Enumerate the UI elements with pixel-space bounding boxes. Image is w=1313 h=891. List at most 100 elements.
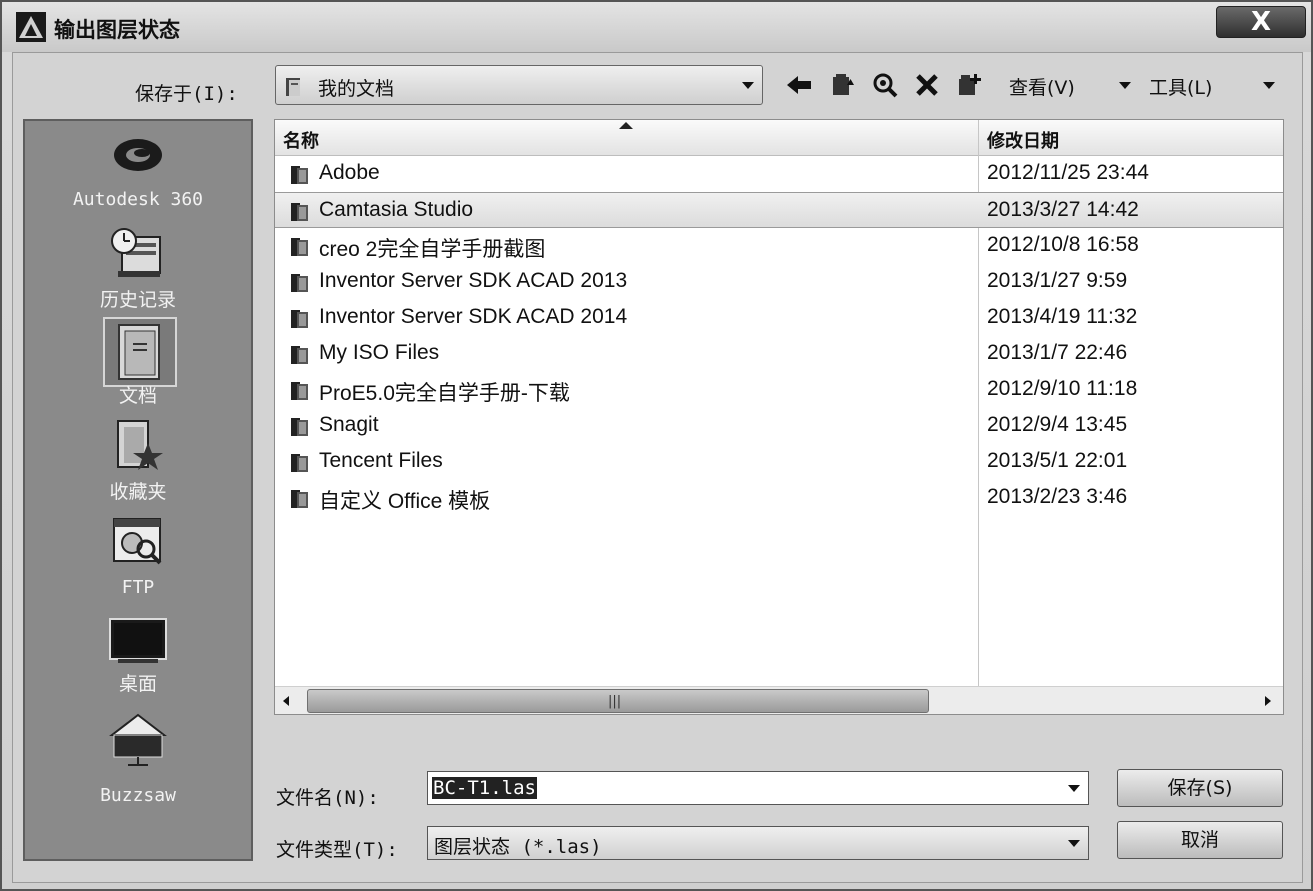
cancel-button[interactable]: 取消 xyxy=(1117,821,1283,859)
file-modified-date: 2013/1/7 22:46 xyxy=(987,341,1128,364)
file-modified-date: 2012/11/25 23:44 xyxy=(987,161,1149,184)
dialog-body: 保存于(I): 我的文档 查看(V) 工具(L) Autodesk 360 历史… xyxy=(12,52,1303,883)
column-header-name[interactable]: 名称 xyxy=(283,127,319,153)
folder-icon xyxy=(291,490,308,508)
folder-icon xyxy=(291,203,308,221)
file-row[interactable]: Inventor Server SDK ACAD 2013 2013/1/27 9… xyxy=(275,264,1283,300)
place-label: FTP xyxy=(121,577,155,598)
file-modified-date: 2013/2/23 3:46 xyxy=(987,485,1128,508)
place-label: 文档 xyxy=(118,385,157,407)
filename-input[interactable]: BC-T1.las xyxy=(427,771,1089,805)
folder-icon xyxy=(291,274,308,292)
tools-menu[interactable]: 工具(L) xyxy=(1149,73,1212,100)
file-name: Camtasia Studio xyxy=(319,198,474,221)
favorites-icon xyxy=(117,420,163,470)
file-row[interactable]: My ISO Files 2013/1/7 22:46 xyxy=(275,336,1283,372)
view-dropdown-arrow-icon[interactable] xyxy=(1119,82,1131,89)
file-row[interactable]: creo 2完全自学手册截图 2012/10/8 16:58 xyxy=(275,228,1283,264)
place-label: Buzzsaw xyxy=(100,785,176,806)
file-modified-date: 2012/9/10 11:18 xyxy=(987,377,1138,400)
file-name: creo 2完全自学手册截图 xyxy=(319,238,546,261)
close-button[interactable]: X xyxy=(1216,6,1306,38)
autodesk-360-icon xyxy=(114,139,162,171)
folder-icon xyxy=(291,346,308,364)
up-one-level-icon[interactable] xyxy=(829,71,857,99)
place-ftp[interactable]: FTP xyxy=(25,511,251,603)
save-button[interactable]: 保存(S) xyxy=(1117,769,1283,807)
back-arrow-icon[interactable] xyxy=(785,71,813,99)
file-name: Snagit xyxy=(319,413,379,436)
place-documents[interactable]: 文档 xyxy=(25,317,251,409)
chevron-down-icon[interactable] xyxy=(742,82,754,89)
autocad-logo-icon xyxy=(16,12,46,42)
history-icon xyxy=(111,228,161,277)
file-modified-date: 2013/3/27 14:42 xyxy=(987,198,1139,221)
file-modified-date: 2013/4/19 11:32 xyxy=(987,305,1138,328)
file-name: My ISO Files xyxy=(319,341,440,364)
create-folder-icon[interactable] xyxy=(955,71,983,99)
file-row[interactable]: 自定义 Office 模板 2013/2/23 3:46 xyxy=(275,480,1283,516)
column-header-modified[interactable]: 修改日期 xyxy=(987,127,1059,153)
place-label: Autodesk 360 xyxy=(72,189,204,210)
window-title: 输出图层状态 xyxy=(54,18,180,42)
chevron-down-icon[interactable] xyxy=(1068,785,1080,792)
place-buzzsaw[interactable]: Buzzsaw xyxy=(25,711,251,806)
view-menu[interactable]: 查看(V) xyxy=(1009,73,1075,100)
folder-icon xyxy=(291,166,308,184)
save-in-combobox[interactable]: 我的文档 xyxy=(275,65,763,105)
sort-ascending-icon xyxy=(619,122,633,129)
file-row[interactable]: Snagit 2012/9/4 13:45 xyxy=(275,408,1283,444)
buzzsaw-icon xyxy=(109,713,167,766)
folder-icon xyxy=(286,78,300,96)
tools-dropdown-arrow-icon[interactable] xyxy=(1263,82,1275,89)
place-label: 历史记录 xyxy=(99,289,176,311)
file-modified-date: 2013/1/27 9:59 xyxy=(987,269,1128,292)
folder-icon xyxy=(291,310,308,328)
file-name: Inventor Server SDK ACAD 2013 xyxy=(319,269,628,292)
filetype-combobox[interactable]: 图层状态 (*.las) xyxy=(427,826,1089,860)
file-name: Adobe xyxy=(319,161,380,184)
file-modified-date: 2012/9/4 13:45 xyxy=(987,413,1128,436)
ftp-icon xyxy=(113,518,162,565)
grip-icon: ||| xyxy=(608,694,622,709)
folder-icon xyxy=(291,382,308,400)
delete-icon[interactable] xyxy=(913,71,941,99)
folder-icon xyxy=(291,238,308,256)
chevron-down-icon[interactable] xyxy=(1068,840,1080,847)
scroll-left-icon[interactable] xyxy=(283,696,289,706)
file-row[interactable]: ProE5.0完全自学手册-下载 2012/9/10 11:18 xyxy=(275,372,1283,408)
desktop-icon xyxy=(109,618,167,663)
scroll-right-icon[interactable] xyxy=(1265,696,1271,706)
file-name: ProE5.0完全自学手册-下载 xyxy=(319,382,570,405)
file-modified-date: 2012/10/8 16:58 xyxy=(987,233,1139,256)
file-row[interactable]: Tencent Files 2013/5/1 22:01 xyxy=(275,444,1283,480)
folder-icon xyxy=(291,418,308,436)
filetype-label: 文件类型(T): xyxy=(276,839,398,861)
horizontal-scrollbar[interactable]: ||| xyxy=(275,686,1283,714)
folder-icon xyxy=(291,454,308,472)
export-layer-state-dialog: 输出图层状态 X 保存于(I): 我的文档 查看(V) 工具(L) Autode… xyxy=(0,0,1313,891)
filetype-value: 图层状态 (*.las) xyxy=(434,836,602,858)
file-row[interactable]: Inventor Server SDK ACAD 2014 2013/4/19 1… xyxy=(275,300,1283,336)
file-row[interactable]: Camtasia Studio 2013/3/27 14:42 xyxy=(275,192,1283,228)
scrollbar-thumb[interactable]: ||| xyxy=(307,689,929,713)
filename-value: BC-T1.las xyxy=(432,777,537,799)
place-autodesk-360[interactable]: Autodesk 360 xyxy=(25,127,251,219)
places-sidebar: Autodesk 360 历史记录 文档 收藏夹 FTP 桌面 Buzzsaw xyxy=(23,119,253,861)
file-modified-date: 2013/5/1 22:01 xyxy=(987,449,1128,472)
save-in-label: 保存于(I): xyxy=(135,83,238,105)
documents-folder-icon xyxy=(103,317,177,387)
save-in-value: 我的文档 xyxy=(318,78,395,100)
file-list[interactable]: 名称 修改日期 Adobe 2012/11/25 23:44 Camtasia St… xyxy=(274,119,1284,715)
search-web-icon[interactable] xyxy=(871,71,899,99)
place-label: 收藏夹 xyxy=(109,481,167,503)
file-name: Inventor Server SDK ACAD 2014 xyxy=(319,305,628,328)
title-bar[interactable]: 输出图层状态 X xyxy=(2,2,1311,52)
place-desktop[interactable]: 桌面 xyxy=(25,611,251,703)
file-name: Tencent Files xyxy=(319,449,443,472)
file-list-header: 名称 修改日期 xyxy=(275,120,1283,156)
file-name: 自定义 Office 模板 xyxy=(319,490,491,513)
place-history[interactable]: 历史记录 xyxy=(25,221,251,313)
file-row[interactable]: Adobe 2012/11/25 23:44 xyxy=(275,156,1283,192)
place-favorites[interactable]: 收藏夹 xyxy=(25,413,251,505)
